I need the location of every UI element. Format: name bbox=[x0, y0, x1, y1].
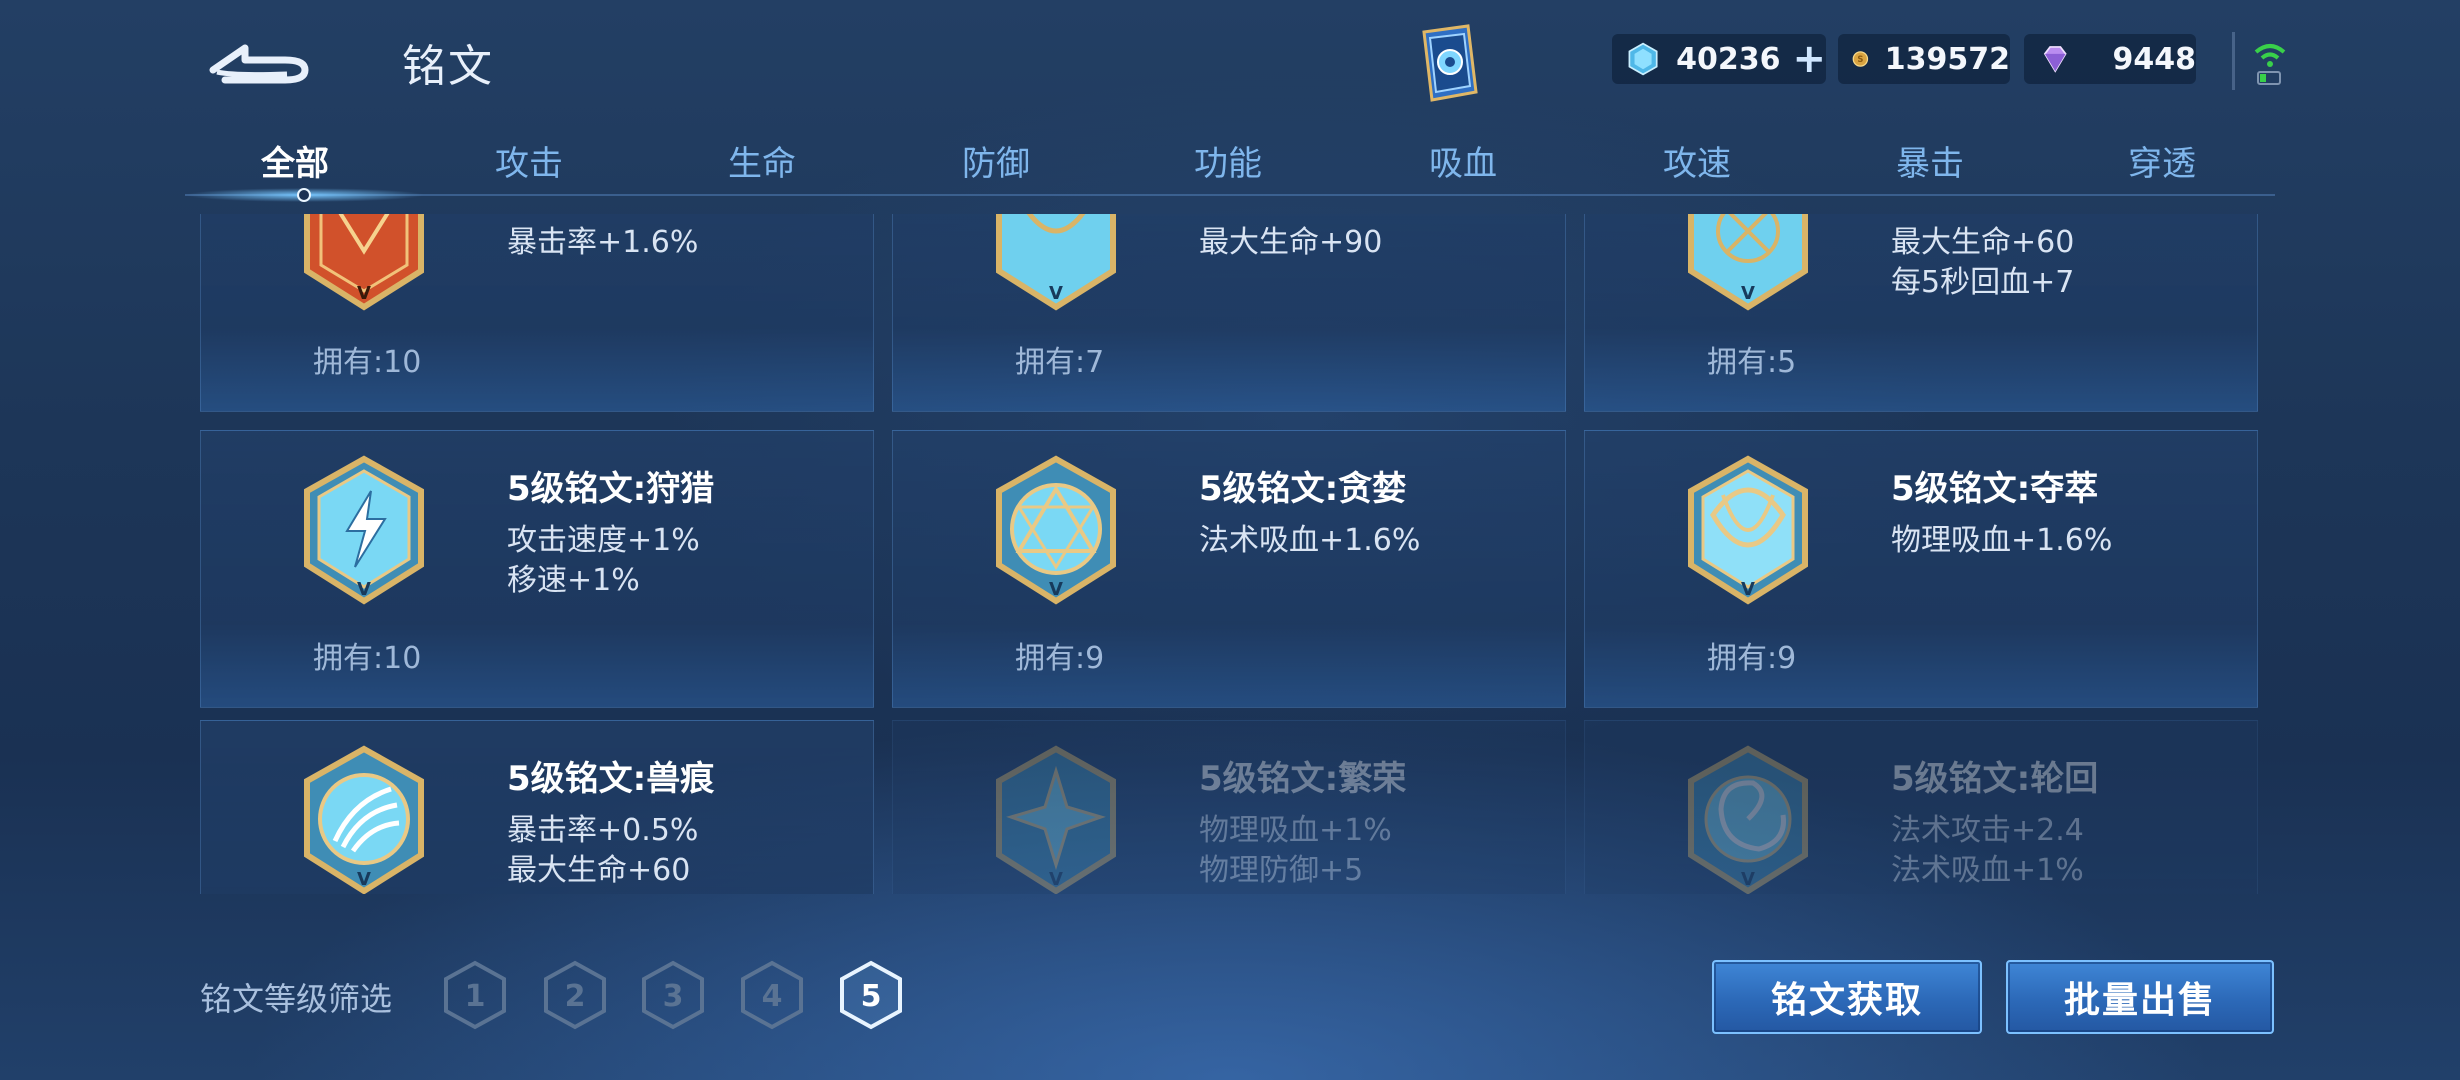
svg-text:V: V bbox=[1741, 579, 1755, 600]
svg-text:V: V bbox=[1741, 283, 1755, 304]
rune-card-beast[interactable]: V 5级铭文:兽痕 暴击率+0.5% 最大生命+60 bbox=[200, 720, 874, 894]
level-filter-4[interactable]: 4 bbox=[737, 960, 807, 1030]
svg-text:V: V bbox=[357, 579, 371, 600]
diamond-balance: 40236 + bbox=[1612, 34, 1826, 84]
tab-health[interactable]: 生命 bbox=[682, 128, 842, 185]
rune-stat: 法术吸血+1.6% bbox=[1199, 523, 1421, 558]
bulk-sell-button[interactable]: 批量出售 bbox=[2006, 960, 2274, 1034]
knot-crest-icon: V bbox=[1688, 455, 1808, 605]
star-crest-icon: V bbox=[996, 745, 1116, 894]
rune-name: 5级铭文:轮回 bbox=[1891, 759, 2099, 799]
red-crest-icon: V bbox=[304, 214, 424, 311]
gem-count: 9448 bbox=[2112, 41, 2197, 77]
swirl-crest-icon: V bbox=[1688, 745, 1808, 894]
rune-card-prosperity[interactable]: V 5级铭文:繁荣 物理吸血+1% 物理防御+5 bbox=[892, 720, 1566, 894]
rune-card[interactable]: V 暴击率+1.6% 拥有:10 bbox=[200, 214, 874, 412]
page-title: 铭文 bbox=[402, 41, 494, 92]
diamond-icon bbox=[1628, 42, 1658, 76]
tab-crit[interactable]: 暴击 bbox=[1850, 128, 2010, 185]
rune-name: 5级铭文:贪婪 bbox=[1199, 469, 1407, 509]
tab-defense[interactable]: 防御 bbox=[916, 128, 1076, 185]
level-filter-1[interactable]: 1 bbox=[440, 960, 510, 1030]
level-2-label: 2 bbox=[565, 979, 586, 1014]
gold-balance: S 139572 bbox=[1838, 34, 2010, 84]
svg-text:V: V bbox=[1741, 869, 1755, 890]
plus-icon[interactable]: + bbox=[1792, 39, 1826, 79]
rune-card[interactable]: V 最大生命+90 拥有:7 bbox=[892, 214, 1566, 412]
tab-attack-speed[interactable]: 攻速 bbox=[1617, 128, 1777, 185]
rune-stat: 法术吸血+1% bbox=[1891, 853, 2084, 888]
tab-all[interactable]: 全部 bbox=[215, 128, 375, 185]
level-1-label: 1 bbox=[465, 979, 486, 1014]
rune-card[interactable]: V 最大生命+60 每5秒回血+7 拥有:5 bbox=[1584, 214, 2258, 412]
claw-crest-icon: V bbox=[304, 745, 424, 894]
owned-count: 拥有:9 bbox=[1707, 641, 1797, 676]
rune-stat: 攻击速度+1% bbox=[507, 523, 700, 558]
rune-book-icon[interactable] bbox=[1410, 22, 1486, 106]
owned-count: 拥有:10 bbox=[313, 345, 422, 380]
svg-text:S: S bbox=[1857, 54, 1863, 64]
level-5-label: 5 bbox=[861, 979, 882, 1014]
rune-stat: 物理吸血+1% bbox=[1199, 813, 1392, 848]
header-divider bbox=[2232, 32, 2235, 90]
tab-utility[interactable]: 功能 bbox=[1148, 128, 1308, 185]
category-tab-bar: 全部 攻击 生命 防御 功能 吸血 攻速 暴击 穿透 bbox=[185, 128, 2275, 202]
svg-text:V: V bbox=[357, 283, 371, 304]
rune-stat: 暴击率+1.6% bbox=[507, 225, 699, 260]
blue-crest-icon: V bbox=[996, 214, 1116, 311]
gem-icon bbox=[2043, 46, 2067, 73]
tab-underline bbox=[185, 194, 2275, 196]
owned-count: 拥有:5 bbox=[1707, 345, 1797, 380]
rune-card-plunder[interactable]: V 5级铭文:夺萃 物理吸血+1.6% 拥有:9 bbox=[1584, 430, 2258, 708]
rune-list[interactable]: V 暴击率+1.6% 拥有:10 V 最大生命+90 拥有:7 V 最大生命+6… bbox=[0, 214, 2460, 894]
rune-card-hunt[interactable]: V 5级铭文:狩猎 攻击速度+1% 移速+1% 拥有:10 bbox=[200, 430, 874, 708]
rune-name: 5级铭文:夺萃 bbox=[1891, 469, 2099, 509]
svg-text:V: V bbox=[1049, 579, 1063, 600]
level-filter-3[interactable]: 3 bbox=[638, 960, 708, 1030]
rune-stat: 每5秒回血+7 bbox=[1891, 265, 2075, 300]
rune-stat: 法术攻击+2.4 bbox=[1891, 813, 2084, 848]
rune-stat: 最大生命+90 bbox=[1199, 225, 1383, 260]
triangle-crest-icon: V bbox=[996, 455, 1116, 605]
diamond-count: 40236 bbox=[1676, 41, 1781, 77]
wifi-battery-icon bbox=[2254, 44, 2286, 85]
tab-attack[interactable]: 攻击 bbox=[449, 128, 609, 185]
rune-stat: 移速+1% bbox=[507, 563, 640, 598]
rune-name: 5级铭文:兽痕 bbox=[507, 759, 715, 799]
gem-balance: 9448 bbox=[2024, 34, 2196, 84]
rune-stat: 最大生命+60 bbox=[1891, 225, 2075, 260]
rune-name: 5级铭文:狩猎 bbox=[507, 469, 715, 509]
owned-count: 拥有:9 bbox=[1015, 641, 1105, 676]
rune-stat: 暴击率+0.5% bbox=[507, 813, 699, 848]
svg-text:V: V bbox=[357, 869, 371, 890]
rune-card-greed[interactable]: V 5级铭文:贪婪 法术吸血+1.6% 拥有:9 bbox=[892, 430, 1566, 708]
tab-penetration[interactable]: 穿透 bbox=[2082, 128, 2242, 185]
level-filter-2[interactable]: 2 bbox=[540, 960, 610, 1030]
blue-crest-icon: V bbox=[1688, 214, 1808, 311]
back-arrow-icon[interactable] bbox=[205, 30, 315, 90]
get-rune-button[interactable]: 铭文获取 bbox=[1712, 960, 1982, 1034]
rune-card-reincarnation[interactable]: V 5级铭文:轮回 法术攻击+2.4 法术吸血+1% bbox=[1584, 720, 2258, 894]
svg-text:V: V bbox=[1049, 283, 1063, 304]
owned-count: 拥有:7 bbox=[1015, 345, 1105, 380]
rune-stat: 物理防御+5 bbox=[1199, 853, 1364, 888]
rune-stat: 最大生命+60 bbox=[507, 853, 691, 888]
active-tab-indicator bbox=[297, 188, 311, 202]
owned-count: 拥有:10 bbox=[313, 641, 422, 676]
gold-count: 139572 bbox=[1884, 41, 2010, 77]
rune-stat: 物理吸血+1.6% bbox=[1891, 523, 2113, 558]
lightning-crest-icon: V bbox=[304, 455, 424, 605]
tab-lifesteal[interactable]: 吸血 bbox=[1383, 128, 1543, 185]
gold-coin-icon: S bbox=[1852, 51, 1869, 67]
level-filter-5[interactable]: 5 bbox=[836, 960, 906, 1030]
level-filter-label: 铭文等级筛选 bbox=[200, 980, 393, 1018]
rune-name: 5级铭文:繁荣 bbox=[1199, 759, 1407, 799]
level-4-label: 4 bbox=[762, 979, 783, 1014]
level-3-label: 3 bbox=[663, 979, 684, 1014]
svg-text:V: V bbox=[1049, 869, 1063, 890]
